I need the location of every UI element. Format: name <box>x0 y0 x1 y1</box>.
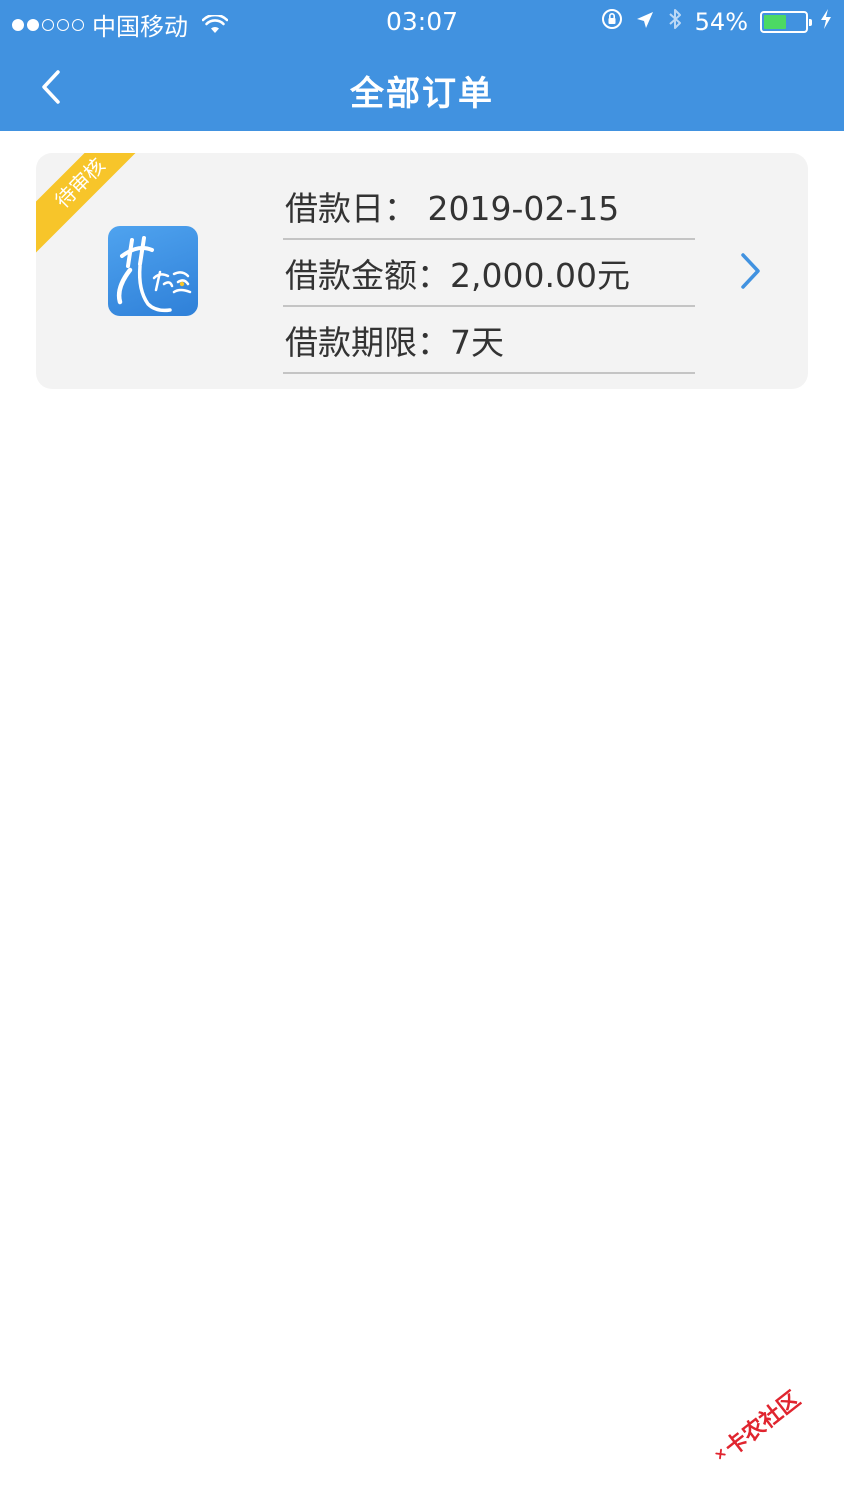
lender-logo <box>108 226 198 316</box>
loan-date: 借款日： 2019-02-15 <box>283 173 695 240</box>
watermark-text: 卡农社区 <box>720 1387 806 1461</box>
wifi-icon <box>202 14 228 35</box>
carrier-name: 中国移动 <box>92 13 188 41</box>
charging-bolt-icon <box>820 8 832 36</box>
status-bar: 中国移动 03:07 54% <box>0 0 844 44</box>
bluetooth-icon <box>667 7 683 37</box>
battery-level <box>764 15 786 29</box>
signal-strength-icon <box>12 18 84 31</box>
app-header: 中国移动 03:07 54% 全部订单 <box>0 0 844 131</box>
back-button[interactable] <box>26 62 76 112</box>
loan-amount: 借款金额：2,000.00元 <box>283 240 695 307</box>
battery-percent: 54% <box>694 8 748 36</box>
order-card[interactable]: 待审核 借款日： 2019-02-15 借款金额：2,000.00元 借款期限：… <box>36 153 808 389</box>
navigation-bar: 全部订单 <box>0 44 844 131</box>
page-title: 全部订单 <box>350 74 494 114</box>
loan-term: 借款期限：7天 <box>283 307 695 374</box>
orientation-lock-icon <box>601 8 623 36</box>
lender-logo-mark <box>116 236 192 313</box>
chevron-left-icon <box>42 70 60 104</box>
order-details: 借款日： 2019-02-15 借款金额：2,000.00元 借款期限：7天 <box>283 173 695 374</box>
chevron-right-icon <box>741 253 760 289</box>
location-arrow-icon <box>635 8 655 36</box>
status-right: 54% <box>601 7 832 37</box>
status-left: 中国移动 <box>12 7 228 42</box>
watermark: 卡农社区 <box>693 1363 821 1488</box>
battery-icon <box>760 11 812 33</box>
